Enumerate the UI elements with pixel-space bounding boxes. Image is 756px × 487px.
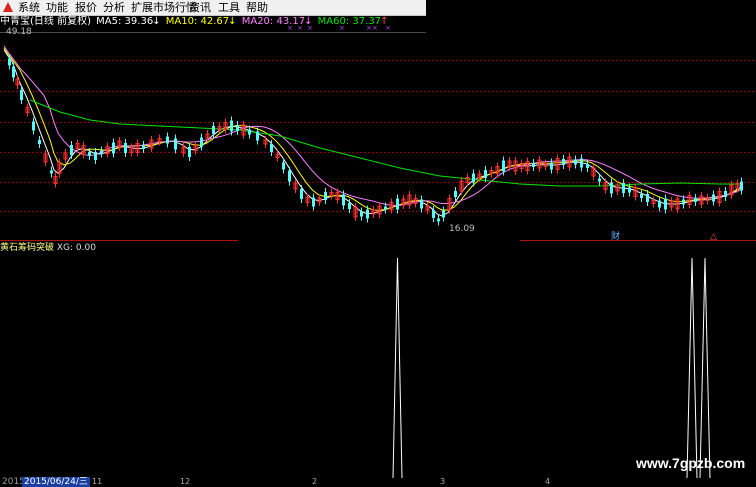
- candle-body: [32, 121, 35, 131]
- candle-body: [580, 158, 583, 168]
- ma20-line: [3, 45, 741, 207]
- candle-body: [610, 182, 613, 194]
- candles: [8, 54, 743, 226]
- candle-body: [574, 159, 577, 165]
- candle-body: [70, 145, 73, 155]
- signal-spikes: [392, 257, 711, 479]
- date-tick: 11: [92, 477, 103, 486]
- candle-body: [454, 191, 457, 197]
- candle-body: [532, 163, 535, 167]
- candle-body: [550, 162, 553, 170]
- candle-body: [646, 194, 649, 202]
- candle-body: [664, 198, 667, 210]
- candle-body: [502, 160, 505, 172]
- date-axis: 2015 2015/06/24/三 11 12 2 3 4: [0, 477, 756, 487]
- candle-body: [230, 120, 233, 132]
- candle-body: [50, 170, 53, 174]
- candle-body: [658, 200, 661, 208]
- price-bottom-label: 16.09: [449, 224, 475, 234]
- candle-body: [8, 58, 11, 66]
- event-mark: ×: [339, 24, 345, 32]
- candle-body: [472, 173, 475, 183]
- candle-body: [562, 159, 565, 165]
- candle-body: [366, 209, 369, 219]
- indicator-value: XG: 0.00: [56, 243, 96, 253]
- candle-body: [20, 90, 23, 100]
- candle-body: [360, 211, 363, 217]
- candle-body: [420, 199, 423, 209]
- candle-body: [724, 191, 727, 197]
- event-mark: ×: [297, 24, 303, 32]
- indicator-name: 黄石筹码突破: [0, 243, 55, 253]
- candle-body: [312, 197, 315, 207]
- candle-body: [288, 170, 291, 182]
- candle-body: [282, 162, 285, 170]
- signal-spike: [699, 257, 711, 479]
- candle-body: [100, 150, 103, 154]
- candle-body: [88, 152, 91, 156]
- selected-date[interactable]: 2015/06/24/三: [22, 477, 90, 487]
- candle-body: [694, 198, 697, 202]
- candle-body: [300, 189, 303, 199]
- candle-body: [166, 136, 169, 144]
- signal-spike: [686, 257, 698, 479]
- candle-body: [437, 218, 440, 222]
- candle-body: [12, 66, 15, 78]
- candle-body: [270, 144, 273, 152]
- candle-body: [342, 194, 345, 206]
- cai-marker: 财: [611, 230, 620, 242]
- candle-body: [124, 143, 127, 153]
- candle-body: [112, 142, 115, 154]
- candle-body: [622, 183, 625, 193]
- candle-body: [94, 152, 97, 160]
- event-mark: ×: [366, 24, 372, 32]
- event-mark: ×: [307, 24, 313, 32]
- event-mark: ×: [385, 24, 391, 32]
- candle-body: [432, 210, 435, 218]
- event-mark: ×: [287, 24, 293, 32]
- candle-body: [174, 138, 177, 150]
- candle-body: [396, 198, 399, 210]
- candle-body: [740, 181, 743, 191]
- candle-body: [256, 131, 259, 141]
- candle-body: [38, 140, 41, 144]
- candle-body: [682, 199, 685, 205]
- candle-body: [628, 187, 631, 193]
- candle-body: [236, 125, 239, 131]
- jiao-marker: △: [710, 232, 717, 242]
- candle-body: [586, 164, 589, 168]
- date-tick: 2: [312, 477, 318, 486]
- candle-body: [248, 129, 251, 135]
- candle-body: [188, 147, 191, 157]
- signal-spike: [392, 257, 403, 479]
- candle-body: [348, 203, 351, 209]
- watermark: www.7gpzb.com: [636, 455, 746, 471]
- price-grid: [0, 60, 756, 212]
- candle-body: [324, 192, 327, 200]
- event-mark: ×: [372, 24, 378, 32]
- date-tick: 4: [545, 477, 551, 486]
- indicator-bar: 黄石筹码突破 XG: 0.00: [0, 242, 300, 254]
- event-dots: × × × × × × ×: [287, 24, 391, 32]
- date-tick: 3: [440, 477, 446, 486]
- candle-body: [640, 194, 643, 198]
- candle-body: [384, 206, 387, 210]
- candle-body: [442, 210, 445, 218]
- candle-body: [712, 194, 715, 202]
- price-top-label: 49.18: [6, 27, 32, 37]
- candle-body: [484, 170, 487, 178]
- date-tick: 12: [180, 477, 191, 486]
- candle-body: [142, 145, 145, 149]
- candle-body: [212, 126, 215, 134]
- candle-body: [598, 178, 601, 182]
- candle-body: [200, 137, 203, 147]
